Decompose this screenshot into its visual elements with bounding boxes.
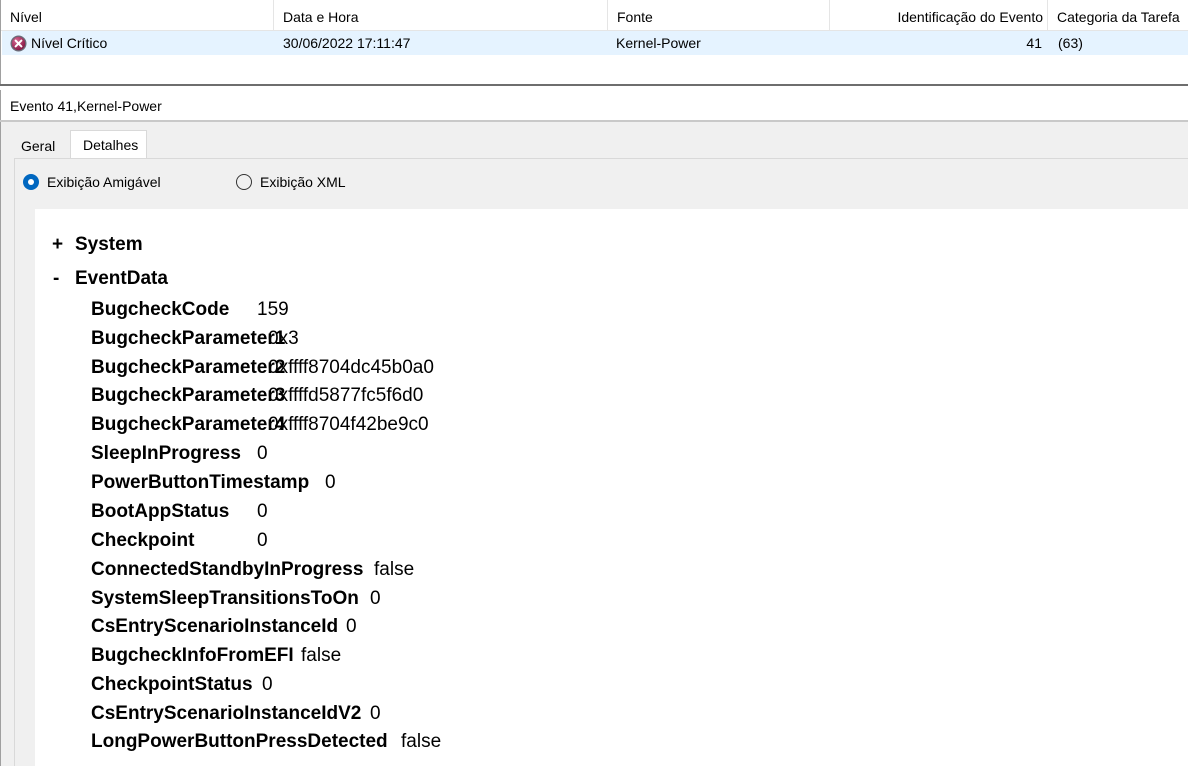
property-value: 0 <box>257 501 268 522</box>
property-row: PowerButtonTimestamp 0 <box>91 472 336 501</box>
column-header-task-category[interactable]: Categoria da Tarefa <box>1047 0 1188 31</box>
property-row: BugcheckParameter10x3 <box>91 328 299 357</box>
event-id-cell: 41 <box>1026 35 1042 51</box>
property-value: 0 <box>346 616 357 637</box>
property-key: Checkpoint <box>91 530 195 551</box>
system-expand-toggle[interactable]: + <box>52 234 63 256</box>
event-detail-title: Evento 41,Kernel-Power <box>10 98 162 114</box>
property-value: 0x3 <box>268 328 299 349</box>
event-detail-title-bar: Evento 41,Kernel-Power <box>0 90 1188 120</box>
property-row: SystemSleepTransitionsToOn 0 <box>91 588 381 617</box>
property-value: false <box>301 645 342 666</box>
property-key: BootAppStatus <box>91 501 230 522</box>
source-cell: Kernel-Power <box>616 35 701 51</box>
property-key: LongPowerButtonPressDetected <box>91 731 388 752</box>
property-row: Checkpoint 0 <box>91 530 268 559</box>
property-key: ConnectedStandbyInProgress <box>91 559 364 580</box>
tab-geral[interactable]: Geral <box>12 134 70 158</box>
friendly-view-radio[interactable] <box>23 174 39 190</box>
property-row: BugcheckParameter40xffff8704f42be9c0 <box>91 414 429 443</box>
system-node[interactable]: System <box>75 234 143 256</box>
task-category-cell: (63) <box>1058 35 1083 51</box>
eventdata-collapse-toggle[interactable]: - <box>53 268 59 290</box>
property-row: CheckpointStatus 0 <box>91 674 273 703</box>
property-value: 0 <box>257 443 268 464</box>
property-row: LongPowerButtonPressDetected false <box>91 731 441 760</box>
grid-header: Nível Data e Hora Fonte Identificação do… <box>1 0 1188 31</box>
event-list-grid: Nível Data e Hora Fonte Identificação do… <box>0 0 1188 86</box>
property-key: BugcheckParameter1 <box>91 328 286 349</box>
property-value: 0xffff8704dc45b0a0 <box>268 357 434 378</box>
property-value: 0 <box>257 530 268 551</box>
xml-view-radio[interactable] <box>236 174 252 190</box>
column-header-source[interactable]: Fonte <box>607 0 829 31</box>
datetime-cell: 30/06/2022 17:11:47 <box>283 35 411 51</box>
grid-splitter[interactable] <box>0 84 1188 86</box>
property-row: CsEntryScenarioInstanceIdV2 0 <box>91 703 381 732</box>
property-row: CsEntryScenarioInstanceId 0 <box>91 616 357 645</box>
property-value: 0xffff8704f42be9c0 <box>268 414 429 435</box>
property-key: CsEntryScenarioInstanceId <box>91 616 339 637</box>
property-key: CheckpointStatus <box>91 674 253 695</box>
column-header-level[interactable]: Nível <box>1 0 273 31</box>
property-row: SleepInProgress 0 <box>91 443 268 472</box>
property-key: BugcheckParameter2 <box>91 357 286 378</box>
property-value: 159 <box>257 299 289 320</box>
critical-error-icon <box>10 35 27 52</box>
friendly-view-label[interactable]: Exibição Amigável <box>47 174 161 190</box>
tab-detalhes[interactable]: Detalhes <box>70 130 147 158</box>
property-value: 0 <box>370 588 381 609</box>
property-value: false <box>374 559 415 580</box>
property-key: BugcheckCode <box>91 299 230 320</box>
property-row: BugcheckParameter30xffffd5877fc5f6d0 <box>91 385 423 414</box>
property-key: BugcheckParameter3 <box>91 385 286 406</box>
property-value: 0xffffd5877fc5f6d0 <box>268 385 424 406</box>
column-header-event-id[interactable]: Identificação do Evento <box>829 0 1047 31</box>
property-row: BugcheckParameter20xffff8704dc45b0a0 <box>91 357 434 386</box>
eventdata-node[interactable]: EventData <box>75 268 168 290</box>
property-row: BootAppStatus 0 <box>91 501 268 530</box>
property-row: BugcheckCode 159 <box>91 299 289 328</box>
property-key: BugcheckInfoFromEFI <box>91 645 294 666</box>
event-row-selected[interactable]: Nível Crítico 30/06/2022 17:11:47 Kernel… <box>2 31 1188 55</box>
level-cell: Nível Crítico <box>31 35 108 51</box>
column-header-datetime[interactable]: Data e Hora <box>273 0 607 31</box>
property-value: false <box>401 731 442 752</box>
property-value: 0 <box>325 472 336 493</box>
xml-view-label[interactable]: Exibição XML <box>260 174 346 190</box>
property-key: BugcheckParameter4 <box>91 414 286 435</box>
property-key: SleepInProgress <box>91 443 241 464</box>
property-key: CsEntryScenarioInstanceIdV2 <box>91 703 362 724</box>
property-key: SystemSleepTransitionsToOn <box>91 588 359 609</box>
property-row: ConnectedStandbyInProgress false <box>91 559 414 588</box>
property-row: BugcheckInfoFromEFI false <box>91 645 341 674</box>
property-value: 0 <box>262 674 273 695</box>
property-value: 0 <box>370 703 381 724</box>
property-key: PowerButtonTimestamp <box>91 472 310 493</box>
